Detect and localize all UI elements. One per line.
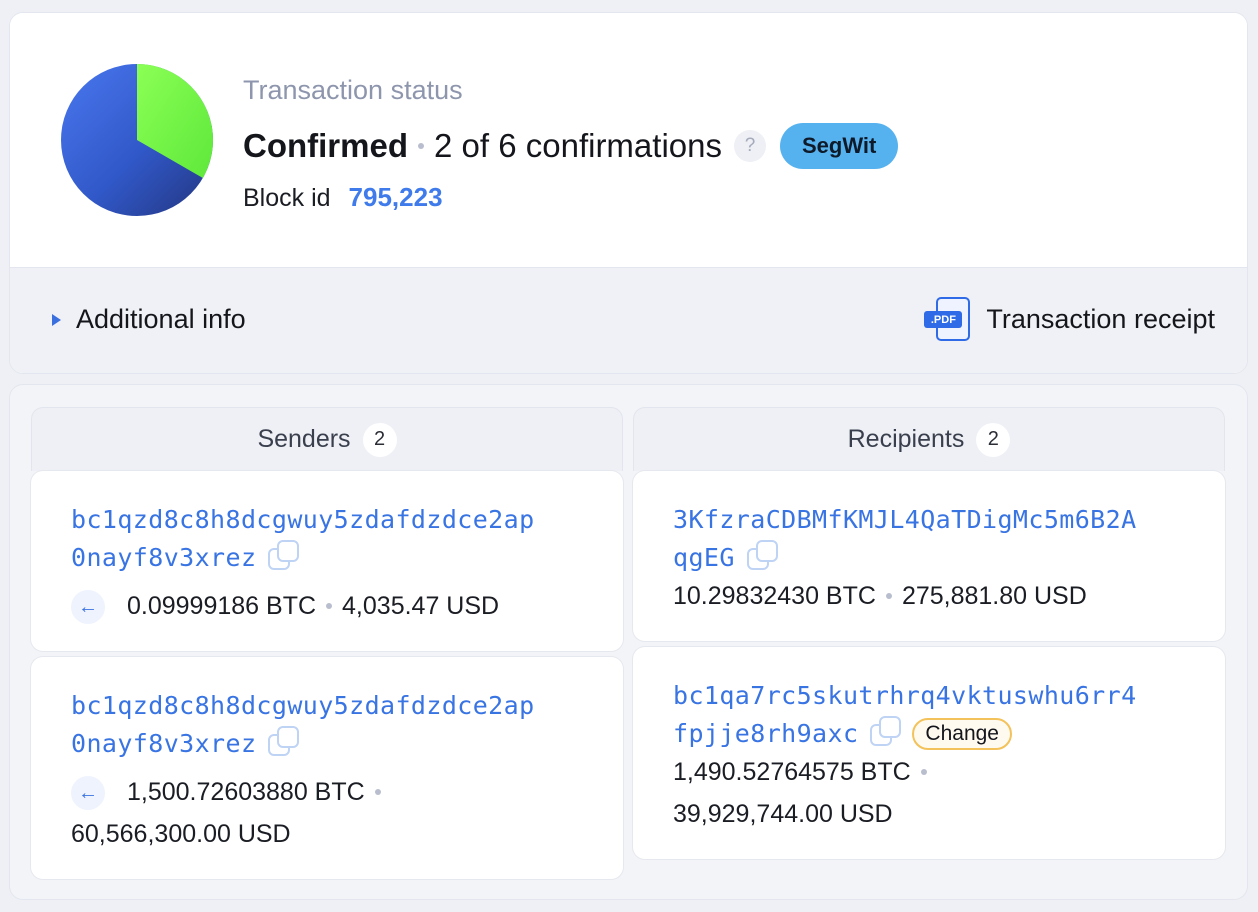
- recipient-amount: 1,490.52764575 BTC 39,929,744.00 USD: [673, 751, 1193, 835]
- sender-address-link[interactable]: bc1qzd8c8h8dcgwuy5zdafdzdce2ap 0nayf8v3xr…: [71, 691, 535, 758]
- senders-title: Senders: [257, 425, 351, 453]
- recipient-entry: 3KfzraCDBMfKMJL4QaTDigMc5m6B2A qgEG 10.29…: [633, 471, 1225, 641]
- transaction-io-card: Senders 2 Recipients 2 bc1qzd8c8h8dcgwuy…: [9, 384, 1248, 900]
- segwit-badge: SegWit: [779, 123, 899, 169]
- status-value: Confirmed: [243, 127, 408, 164]
- sender-amount: ← 0.09999186 BTC 4,035.47 USD: [71, 585, 591, 627]
- separator-dot: [920, 769, 927, 775]
- status-line: Confirmed 2 of 6 confirmations ? SegWit: [243, 123, 899, 169]
- sender-amount: ← 1,500.72603880 BTC 60,566,300.00 USD: [71, 771, 591, 855]
- copy-icon[interactable]: [870, 716, 904, 748]
- address-line-1: bc1qzd8c8h8dcgwuy5zdafdzdce2ap: [71, 505, 535, 534]
- arrow-left-icon: ←: [71, 776, 105, 810]
- btc-amount: 1,490.52764575 BTC: [673, 758, 911, 786]
- separator-dot: [418, 143, 424, 149]
- additional-info-toggle[interactable]: Additional info: [52, 304, 246, 335]
- btc-amount: 10.29832430 BTC: [673, 582, 876, 610]
- address-line-1: bc1qa7rc5skutrhrq4vktuswhu6rr4: [673, 681, 1137, 710]
- recipients-title: Recipients: [847, 425, 965, 453]
- recipient-amount: 10.29832430 BTC 275,881.80 USD: [673, 575, 1193, 617]
- transaction-status-card: Transaction status Confirmed 2 of 6 conf…: [9, 12, 1248, 374]
- separator-dot: [326, 603, 333, 609]
- address-line-2: 0nayf8v3xrez: [71, 543, 257, 572]
- pdf-file-icon: .PDF: [924, 296, 974, 342]
- address-line-2: 0nayf8v3xrez: [71, 729, 257, 758]
- sender-address: bc1qzd8c8h8dcgwuy5zdafdzdce2ap 0nayf8v3xr…: [71, 687, 591, 763]
- transaction-receipt-link[interactable]: .PDF Transaction receipt: [924, 296, 1215, 342]
- confirmations-text: 2 of 6 confirmations: [434, 127, 722, 164]
- recipient-address-link[interactable]: 3KfzraCDBMfKMJL4QaTDigMc5m6B2A qgEG: [673, 505, 1137, 572]
- address-line-2: fpjje8rh9axc: [673, 719, 859, 748]
- address-line-2: qgEG: [673, 543, 735, 572]
- block-id-label: Block id: [243, 184, 331, 212]
- address-line-1: bc1qzd8c8h8dcgwuy5zdafdzdce2ap: [71, 691, 535, 720]
- usd-amount: 275,881.80 USD: [901, 582, 1087, 610]
- separator-dot: [374, 789, 381, 795]
- usd-amount: 4,035.47 USD: [342, 592, 500, 620]
- pie-progress-icon: [61, 64, 213, 216]
- btc-amount: 0.09999186 BTC: [127, 592, 317, 620]
- pdf-tag: .PDF: [924, 311, 963, 328]
- recipient-address: bc1qa7rc5skutrhrq4vktuswhu6rr4 fpjje8rh9a…: [673, 677, 1193, 753]
- senders-header: Senders 2: [31, 407, 623, 471]
- transaction-receipt-label: Transaction receipt: [986, 303, 1215, 334]
- additional-info-label: Additional info: [76, 304, 246, 334]
- change-badge: Change: [912, 718, 1012, 750]
- recipient-address: 3KfzraCDBMfKMJL4QaTDigMc5m6B2A qgEG: [673, 501, 1193, 577]
- btc-amount: 1,500.72603880 BTC: [127, 778, 365, 806]
- usd-amount: 39,929,744.00 USD: [673, 800, 893, 828]
- arrow-left-icon: ←: [71, 590, 105, 624]
- sender-entry: bc1qzd8c8h8dcgwuy5zdafdzdce2ap 0nayf8v3xr…: [31, 471, 623, 651]
- recipient-entry: bc1qa7rc5skutrhrq4vktuswhu6rr4 fpjje8rh9a…: [633, 647, 1225, 859]
- copy-icon[interactable]: [268, 540, 302, 572]
- senders-count: 2: [362, 422, 397, 457]
- sender-address-link[interactable]: bc1qzd8c8h8dcgwuy5zdafdzdce2ap 0nayf8v3xr…: [71, 505, 535, 572]
- recipients-header: Recipients 2: [633, 407, 1225, 471]
- copy-icon[interactable]: [268, 726, 302, 758]
- block-id-row: Block id 795,223: [243, 182, 443, 213]
- sender-entry: bc1qzd8c8h8dcgwuy5zdafdzdce2ap 0nayf8v3xr…: [31, 657, 623, 879]
- status-footer: Additional info .PDF Transaction receipt: [10, 267, 1247, 373]
- sender-address: bc1qzd8c8h8dcgwuy5zdafdzdce2ap 0nayf8v3xr…: [71, 501, 591, 577]
- recipients-count: 2: [976, 422, 1011, 457]
- status-label: Transaction status: [243, 75, 463, 105]
- usd-amount: 60,566,300.00 USD: [71, 820, 291, 848]
- address-line-1: 3KfzraCDBMfKMJL4QaTDigMc5m6B2A: [673, 505, 1137, 534]
- recipient-address-link[interactable]: bc1qa7rc5skutrhrq4vktuswhu6rr4 fpjje8rh9a…: [673, 681, 1137, 748]
- block-id-link[interactable]: 795,223: [349, 182, 443, 213]
- copy-icon[interactable]: [746, 540, 781, 572]
- help-icon[interactable]: ?: [733, 130, 766, 162]
- triangle-right-icon: [52, 313, 61, 326]
- status-header: Transaction status Confirmed 2 of 6 conf…: [10, 13, 1247, 267]
- separator-dot: [885, 593, 892, 599]
